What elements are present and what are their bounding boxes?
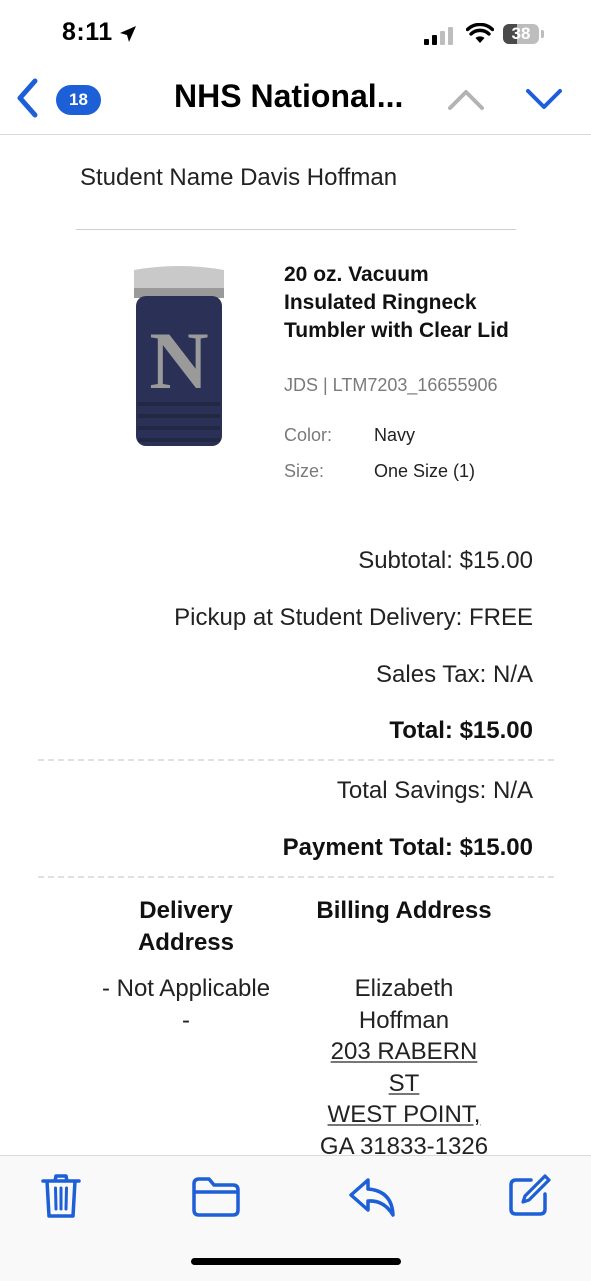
total-savings: Total Savings: N/A <box>336 777 533 804</box>
delivery-address: Delivery Address - Not Applicable - <box>86 895 286 1036</box>
delivery-line2: - <box>182 1006 190 1034</box>
sales-tax: Sales Tax: N/A <box>376 661 533 688</box>
status-time: 8:11 <box>62 18 113 46</box>
dashed-divider <box>38 759 554 761</box>
delivery-line1: - Not Applicable <box>101 975 271 1002</box>
order-total: Total: $15.00 <box>389 717 533 744</box>
product-sku: JDS | LTM7203_16655906 <box>284 375 498 395</box>
payment-total: Payment Total: $15.00 <box>282 834 533 861</box>
billing-address: Billing Address Elizabeth Hoffman 203 RA… <box>298 895 510 1162</box>
product-title: 20 oz. Vacuum Insulated Ringneck Tumbler… <box>284 263 509 342</box>
size-value: One Size (1) <box>374 461 476 481</box>
chevron-up-icon[interactable] <box>446 84 486 114</box>
billing-name-line2: Hoffman <box>358 1006 450 1034</box>
delivery-heading-line2: Address <box>137 929 235 956</box>
trash-icon[interactable] <box>40 1173 82 1221</box>
billing-street-line2[interactable]: ST <box>298 1068 510 1100</box>
chevron-left-icon[interactable] <box>12 76 42 120</box>
billing-name-line1: Elizabeth <box>354 975 454 1002</box>
chevron-down-icon[interactable] <box>524 84 564 114</box>
color-label: Color: <box>284 425 333 445</box>
size-label: Size: <box>284 461 325 481</box>
dashed-divider <box>38 876 554 878</box>
subtotal: Subtotal: $15.00 <box>358 547 533 574</box>
compose-icon[interactable] <box>507 1174 551 1218</box>
divider <box>76 229 516 230</box>
status-bar: 8:11 38 <box>0 0 591 70</box>
wifi-icon <box>466 23 494 43</box>
pickup-fee: Pickup at Student Delivery: FREE <box>174 604 533 631</box>
cellular-signal-icon <box>424 27 453 45</box>
mail-nav-bar: 18 NHS National... <box>0 70 591 135</box>
battery-percent: 38 <box>511 24 531 43</box>
color-value: Navy <box>374 425 416 445</box>
billing-city-line1[interactable]: WEST POINT, <box>298 1099 510 1131</box>
home-indicator[interactable] <box>191 1258 401 1265</box>
tumbler-product-image: N <box>134 266 224 446</box>
mailbox-title: NHS National... <box>174 78 404 114</box>
tumbler-logo-letter: N <box>149 315 208 406</box>
battery-icon: 38 <box>503 24 539 44</box>
student-name: Student Name Davis Hoffman <box>80 164 398 191</box>
billing-street-line1[interactable]: 203 RABERN <box>298 1036 510 1068</box>
battery-nub <box>541 30 544 38</box>
reply-icon[interactable] <box>348 1176 396 1218</box>
delivery-heading-line1: Delivery <box>139 897 233 924</box>
billing-heading: Billing Address <box>316 897 492 924</box>
location-arrow-icon <box>120 26 136 42</box>
folder-icon[interactable] <box>191 1176 241 1218</box>
unread-count-badge[interactable]: 18 <box>56 85 101 115</box>
